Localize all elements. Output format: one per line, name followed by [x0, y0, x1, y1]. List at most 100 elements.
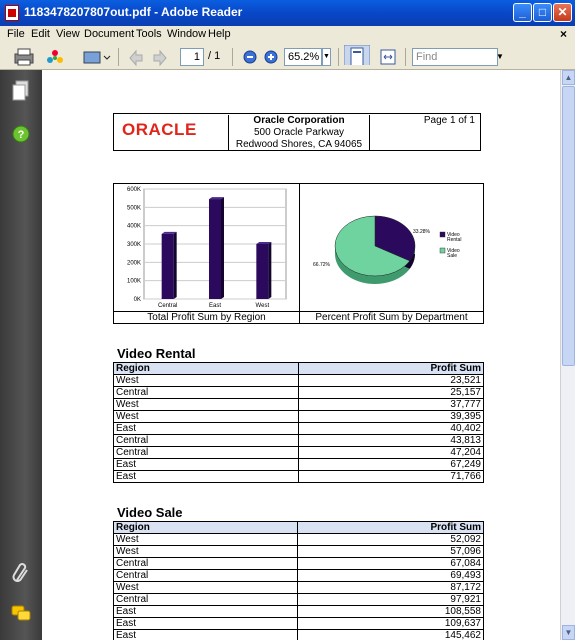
svg-text:?: ? — [18, 129, 25, 141]
attachments-icon[interactable] — [11, 562, 31, 584]
scroll-down-icon[interactable]: ▼ — [562, 625, 575, 640]
menu-document[interactable]: Document — [84, 28, 134, 40]
oracle-logo: ORACLE — [122, 120, 197, 139]
legend-swatch — [439, 231, 446, 238]
organizer-icon[interactable] — [44, 47, 66, 67]
region-cell: Central — [113, 386, 299, 399]
scroll-up-icon[interactable]: ▲ — [562, 70, 575, 85]
bar — [209, 199, 221, 299]
bar — [161, 233, 174, 299]
y-tick-label: 500K — [127, 205, 141, 211]
minimize-button[interactable]: _ — [513, 3, 532, 22]
table-row: East 109,637 — [112, 617, 484, 630]
close-document-icon[interactable]: × — [560, 27, 567, 41]
pie-data-label: 33.28% — [413, 229, 431, 235]
print-icon[interactable] — [12, 47, 36, 67]
table-row: Central 43,813 — [113, 434, 484, 447]
zoom-out-icon[interactable] — [242, 47, 258, 67]
page-number-input[interactable]: 1 — [180, 48, 204, 66]
table-row: Central 97,921 — [112, 593, 484, 606]
column-header: Profit Sum — [297, 521, 484, 534]
table-header-row: Region Profit Sum — [113, 362, 484, 375]
y-tick-label: 600K — [127, 187, 141, 193]
video-sale-table: Region Profit Sum West 52,092 West 57,096 Cent… — [112, 521, 484, 640]
table-header-row: Region Profit Sum — [112, 521, 484, 534]
report-header: ORACLE Oracle Corporation 500 Oracle Par… — [113, 113, 481, 151]
region-cell: West — [112, 533, 299, 546]
menu-window[interactable]: Window — [167, 28, 206, 40]
navigation-panel: ? — [0, 70, 42, 640]
y-tick-label: 300K — [127, 242, 141, 248]
profit-sum-cell: 25,157 — [297, 386, 484, 399]
profit-sum-cell: 108,558 — [297, 605, 484, 618]
region-cell: East — [113, 470, 299, 483]
title-bar: 1183478207807out.pdf - Adobe Reader _ □ … — [0, 0, 575, 26]
menu-view[interactable]: View — [56, 28, 80, 40]
find-input[interactable]: Find — [412, 48, 498, 66]
profit-sum-cell: 145,462 — [297, 629, 484, 640]
legend-swatch — [439, 247, 446, 254]
company-info: Oracle Corporation 500 Oracle Parkway Re… — [228, 115, 370, 151]
next-page-icon[interactable] — [152, 47, 168, 67]
toolbar: 1 / 1 65.2% ▼ Find ▼ — [0, 44, 575, 70]
scroll-thumb[interactable] — [562, 86, 575, 366]
zoom-dropdown-icon[interactable]: ▼ — [322, 48, 331, 66]
table-row: West 87,172 — [112, 581, 484, 594]
fit-page-icon[interactable] — [344, 45, 370, 65]
find-dropdown-icon[interactable]: ▼ — [496, 52, 504, 61]
bar-chart: 0K 100K 200K 300K 400K 500K 600K Central East Wes… — [127, 187, 287, 309]
region-cell: West — [112, 545, 299, 558]
profit-sum-cell: 57,096 — [297, 545, 484, 558]
profit-sum-cell: 40,402 — [297, 422, 484, 435]
y-tick-label: 100K — [127, 279, 141, 285]
profit-sum-cell: 23,521 — [297, 374, 484, 387]
bar-chart-caption: Total Profit Sum by Region — [147, 312, 266, 323]
region-cell: East — [113, 422, 299, 435]
table-row: West 37,777 — [113, 398, 484, 411]
previous-page-icon[interactable] — [128, 47, 144, 67]
table-row: East 40,402 — [113, 422, 484, 435]
profit-sum-cell: 71,766 — [297, 470, 484, 483]
table-row: East 108,558 — [112, 605, 484, 618]
menu-file[interactable]: File — [7, 28, 25, 40]
table-row: East 145,462 — [112, 629, 484, 640]
menu-tools[interactable]: Tools — [136, 28, 162, 40]
close-button[interactable]: ✕ — [553, 3, 572, 22]
table-row: Central 67,084 — [112, 557, 484, 570]
profit-sum-cell: 69,493 — [297, 569, 484, 582]
pages-icon[interactable] — [12, 80, 30, 102]
legend-label: Video Sale — [447, 248, 460, 259]
comments-icon[interactable] — [10, 604, 32, 624]
region-cell: Central — [113, 434, 299, 447]
email-icon[interactable] — [82, 47, 112, 67]
zoom-level-input[interactable]: 65.2% — [284, 48, 322, 66]
region-cell: East — [112, 605, 299, 618]
region-cell: West — [113, 374, 299, 387]
table-row: West 23,521 — [113, 374, 484, 387]
profit-sum-cell: 87,172 — [297, 581, 484, 594]
pie-chart: 33.28% 66.72% Video Rental Video Sale — [313, 215, 461, 284]
region-cell: Central — [113, 446, 299, 459]
menu-help[interactable]: Help — [208, 28, 231, 40]
bar-side — [173, 231, 177, 299]
fit-width-icon[interactable] — [378, 47, 398, 67]
region-cell: West — [112, 581, 299, 594]
table-row: West 39,395 — [113, 410, 484, 423]
help-icon[interactable]: ? — [11, 124, 31, 144]
bar-side — [221, 197, 224, 299]
bar — [256, 244, 269, 299]
pdf-file-icon — [5, 5, 19, 21]
section-title-video-rental: Video Rental — [117, 346, 196, 361]
document-view[interactable]: ORACLE Oracle Corporation 500 Oracle Par… — [42, 70, 560, 640]
pie-data-label: 66.72% — [313, 262, 331, 268]
zoom-in-icon[interactable] — [263, 47, 279, 67]
region-cell: Central — [112, 593, 299, 606]
region-cell: West — [113, 398, 299, 411]
y-tick-label: 400K — [127, 224, 141, 230]
maximize-button[interactable]: □ — [533, 3, 552, 22]
page-indicator: Page 1 of 1 — [423, 115, 475, 126]
column-header: Region — [113, 362, 299, 375]
vertical-scrollbar[interactable]: ▲ ▼ — [560, 70, 575, 640]
table-row: Central 25,157 — [113, 386, 484, 399]
menu-edit[interactable]: Edit — [31, 28, 50, 40]
